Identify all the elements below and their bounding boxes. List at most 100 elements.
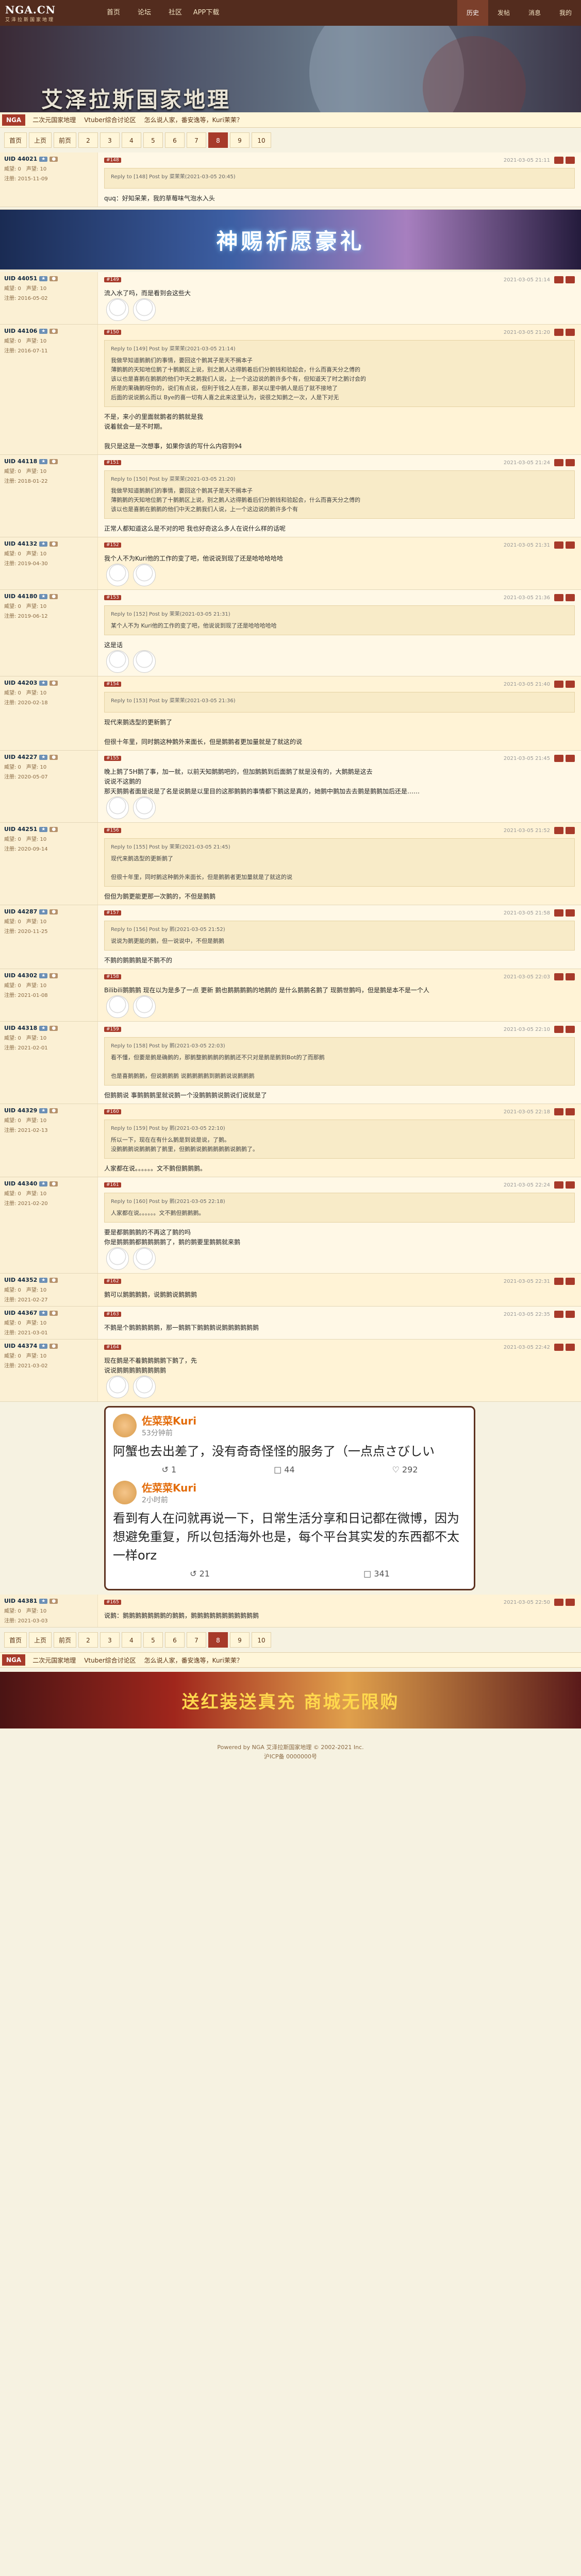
page-link[interactable]: 上页 [29, 132, 52, 148]
reply-icon[interactable] [554, 594, 563, 601]
more-icon[interactable] [566, 1311, 575, 1318]
more-icon[interactable] [566, 541, 575, 549]
banner-ad[interactable]: 神赐祈愿豪礼 [0, 209, 581, 270]
user-id[interactable]: UID 44287 [4, 908, 37, 915]
more-icon[interactable] [566, 276, 575, 283]
reply-icon[interactable] [554, 459, 563, 466]
more-icon[interactable] [566, 1599, 575, 1606]
page-link[interactable]: 8 [208, 132, 228, 148]
breadcrumb-board-bottom[interactable]: Vtuber综合讨论区 [84, 1656, 136, 1665]
floor-number[interactable]: #162 [104, 1279, 121, 1284]
reply-icon[interactable] [554, 1344, 563, 1351]
reply-icon[interactable] [554, 541, 563, 549]
user-id[interactable]: UID 44106 [4, 328, 37, 334]
more-icon[interactable] [566, 329, 575, 336]
menu-item-app[interactable]: APP下载 [191, 0, 222, 26]
floor-number[interactable]: #157 [104, 910, 121, 916]
floor-number[interactable]: #165 [104, 1600, 121, 1605]
floor-number[interactable]: #160 [104, 1109, 121, 1114]
page-link[interactable]: 5 [143, 1632, 163, 1648]
breadcrumb-thread[interactable]: 怎么说人家，番安逸等，Kuri茉茉？ [144, 115, 243, 124]
more-icon[interactable] [566, 1181, 575, 1189]
floor-number[interactable]: #159 [104, 1027, 121, 1032]
floor-number[interactable]: #158 [104, 974, 121, 979]
floor-number[interactable]: #164 [104, 1345, 121, 1350]
site-logo[interactable]: NGA.CN 艾泽拉斯国家地理 [0, 0, 98, 26]
page-link[interactable]: 7 [187, 1632, 206, 1648]
reply-icon[interactable] [554, 909, 563, 917]
user-id[interactable]: UID 44180 [4, 593, 37, 600]
floor-number[interactable]: #153 [104, 595, 121, 600]
user-id[interactable]: UID 44374 [4, 1343, 37, 1349]
page-link[interactable]: 10 [252, 132, 271, 148]
breadcrumb-forum-bottom[interactable]: 二次元国家地理 [32, 1656, 76, 1665]
user-id[interactable]: UID 44118 [4, 458, 37, 465]
reply-icon[interactable] [554, 329, 563, 336]
reply-icon[interactable] [554, 157, 563, 164]
user-id[interactable]: UID 44302 [4, 972, 37, 979]
page-link[interactable]: 前页 [54, 1632, 76, 1648]
page-link[interactable]: 7 [187, 132, 206, 148]
promo-banner-ad[interactable]: 送红装送真充 商城无限购 [0, 1672, 581, 1728]
floor-number[interactable]: #161 [104, 1182, 121, 1188]
page-link[interactable]: 首页 [4, 132, 27, 148]
page-link[interactable]: 9 [230, 1632, 250, 1648]
page-link[interactable]: 6 [165, 1632, 185, 1648]
user-id[interactable]: UID 44329 [4, 1107, 37, 1114]
user-id[interactable]: UID 44132 [4, 540, 37, 547]
breadcrumb-board[interactable]: Vtuber综合讨论区 [84, 115, 136, 124]
menu-item-community[interactable]: 社区 [160, 0, 191, 26]
more-icon[interactable] [566, 459, 575, 466]
nga-badge-bottom[interactable]: NGA [2, 1654, 26, 1666]
reply-icon[interactable] [554, 1026, 563, 1033]
floor-number[interactable]: #156 [104, 828, 121, 833]
more-icon[interactable] [566, 1108, 575, 1115]
reply-icon[interactable] [554, 1278, 563, 1285]
reply-icon[interactable] [554, 755, 563, 762]
floor-number[interactable]: #154 [104, 682, 121, 687]
floor-number[interactable]: #151 [104, 460, 121, 465]
user-id[interactable]: UID 44340 [4, 1180, 37, 1187]
messages-button[interactable]: 消息 [519, 0, 550, 26]
more-icon[interactable] [566, 1278, 575, 1285]
user-id[interactable]: UID 44227 [4, 754, 37, 760]
breadcrumb-forum[interactable]: 二次元国家地理 [32, 115, 76, 124]
nga-badge[interactable]: NGA [2, 114, 26, 126]
user-id[interactable]: UID 44318 [4, 1025, 37, 1031]
page-link[interactable]: 9 [230, 132, 250, 148]
page-link[interactable]: 10 [252, 1632, 271, 1648]
profile-button[interactable]: 我的 [550, 0, 581, 26]
user-id[interactable]: UID 44021 [4, 156, 37, 162]
user-id[interactable]: UID 44203 [4, 680, 37, 686]
reply-icon[interactable] [554, 1108, 563, 1115]
page-link[interactable]: 2 [78, 1632, 98, 1648]
more-icon[interactable] [566, 1344, 575, 1351]
floor-number[interactable]: #163 [104, 1312, 121, 1317]
floor-number[interactable]: #148 [104, 158, 121, 163]
page-link[interactable]: 3 [100, 132, 120, 148]
reply-icon[interactable] [554, 827, 563, 834]
floor-number[interactable]: #149 [104, 277, 121, 282]
floor-number[interactable]: #152 [104, 543, 121, 548]
menu-item-forum[interactable]: 论坛 [129, 0, 160, 26]
more-icon[interactable] [566, 755, 575, 762]
reply-icon[interactable] [554, 276, 563, 283]
more-icon[interactable] [566, 1026, 575, 1033]
page-link[interactable]: 6 [165, 132, 185, 148]
reply-icon[interactable] [554, 681, 563, 688]
floor-number[interactable]: #155 [104, 756, 121, 761]
page-link[interactable]: 5 [143, 132, 163, 148]
page-link[interactable]: 8 [208, 1632, 228, 1648]
reply-icon[interactable] [554, 973, 563, 980]
page-link[interactable]: 2 [78, 132, 98, 148]
more-icon[interactable] [566, 909, 575, 917]
menu-item-home[interactable]: 首页 [98, 0, 129, 26]
user-id[interactable]: UID 44381 [4, 1598, 37, 1604]
floor-number[interactable]: #150 [104, 330, 121, 335]
page-link[interactable]: 首页 [4, 1632, 27, 1648]
user-id[interactable]: UID 44352 [4, 1277, 37, 1283]
reply-icon[interactable] [554, 1311, 563, 1318]
page-link[interactable]: 前页 [54, 132, 76, 148]
page-link[interactable]: 4 [122, 1632, 141, 1648]
more-icon[interactable] [566, 973, 575, 980]
